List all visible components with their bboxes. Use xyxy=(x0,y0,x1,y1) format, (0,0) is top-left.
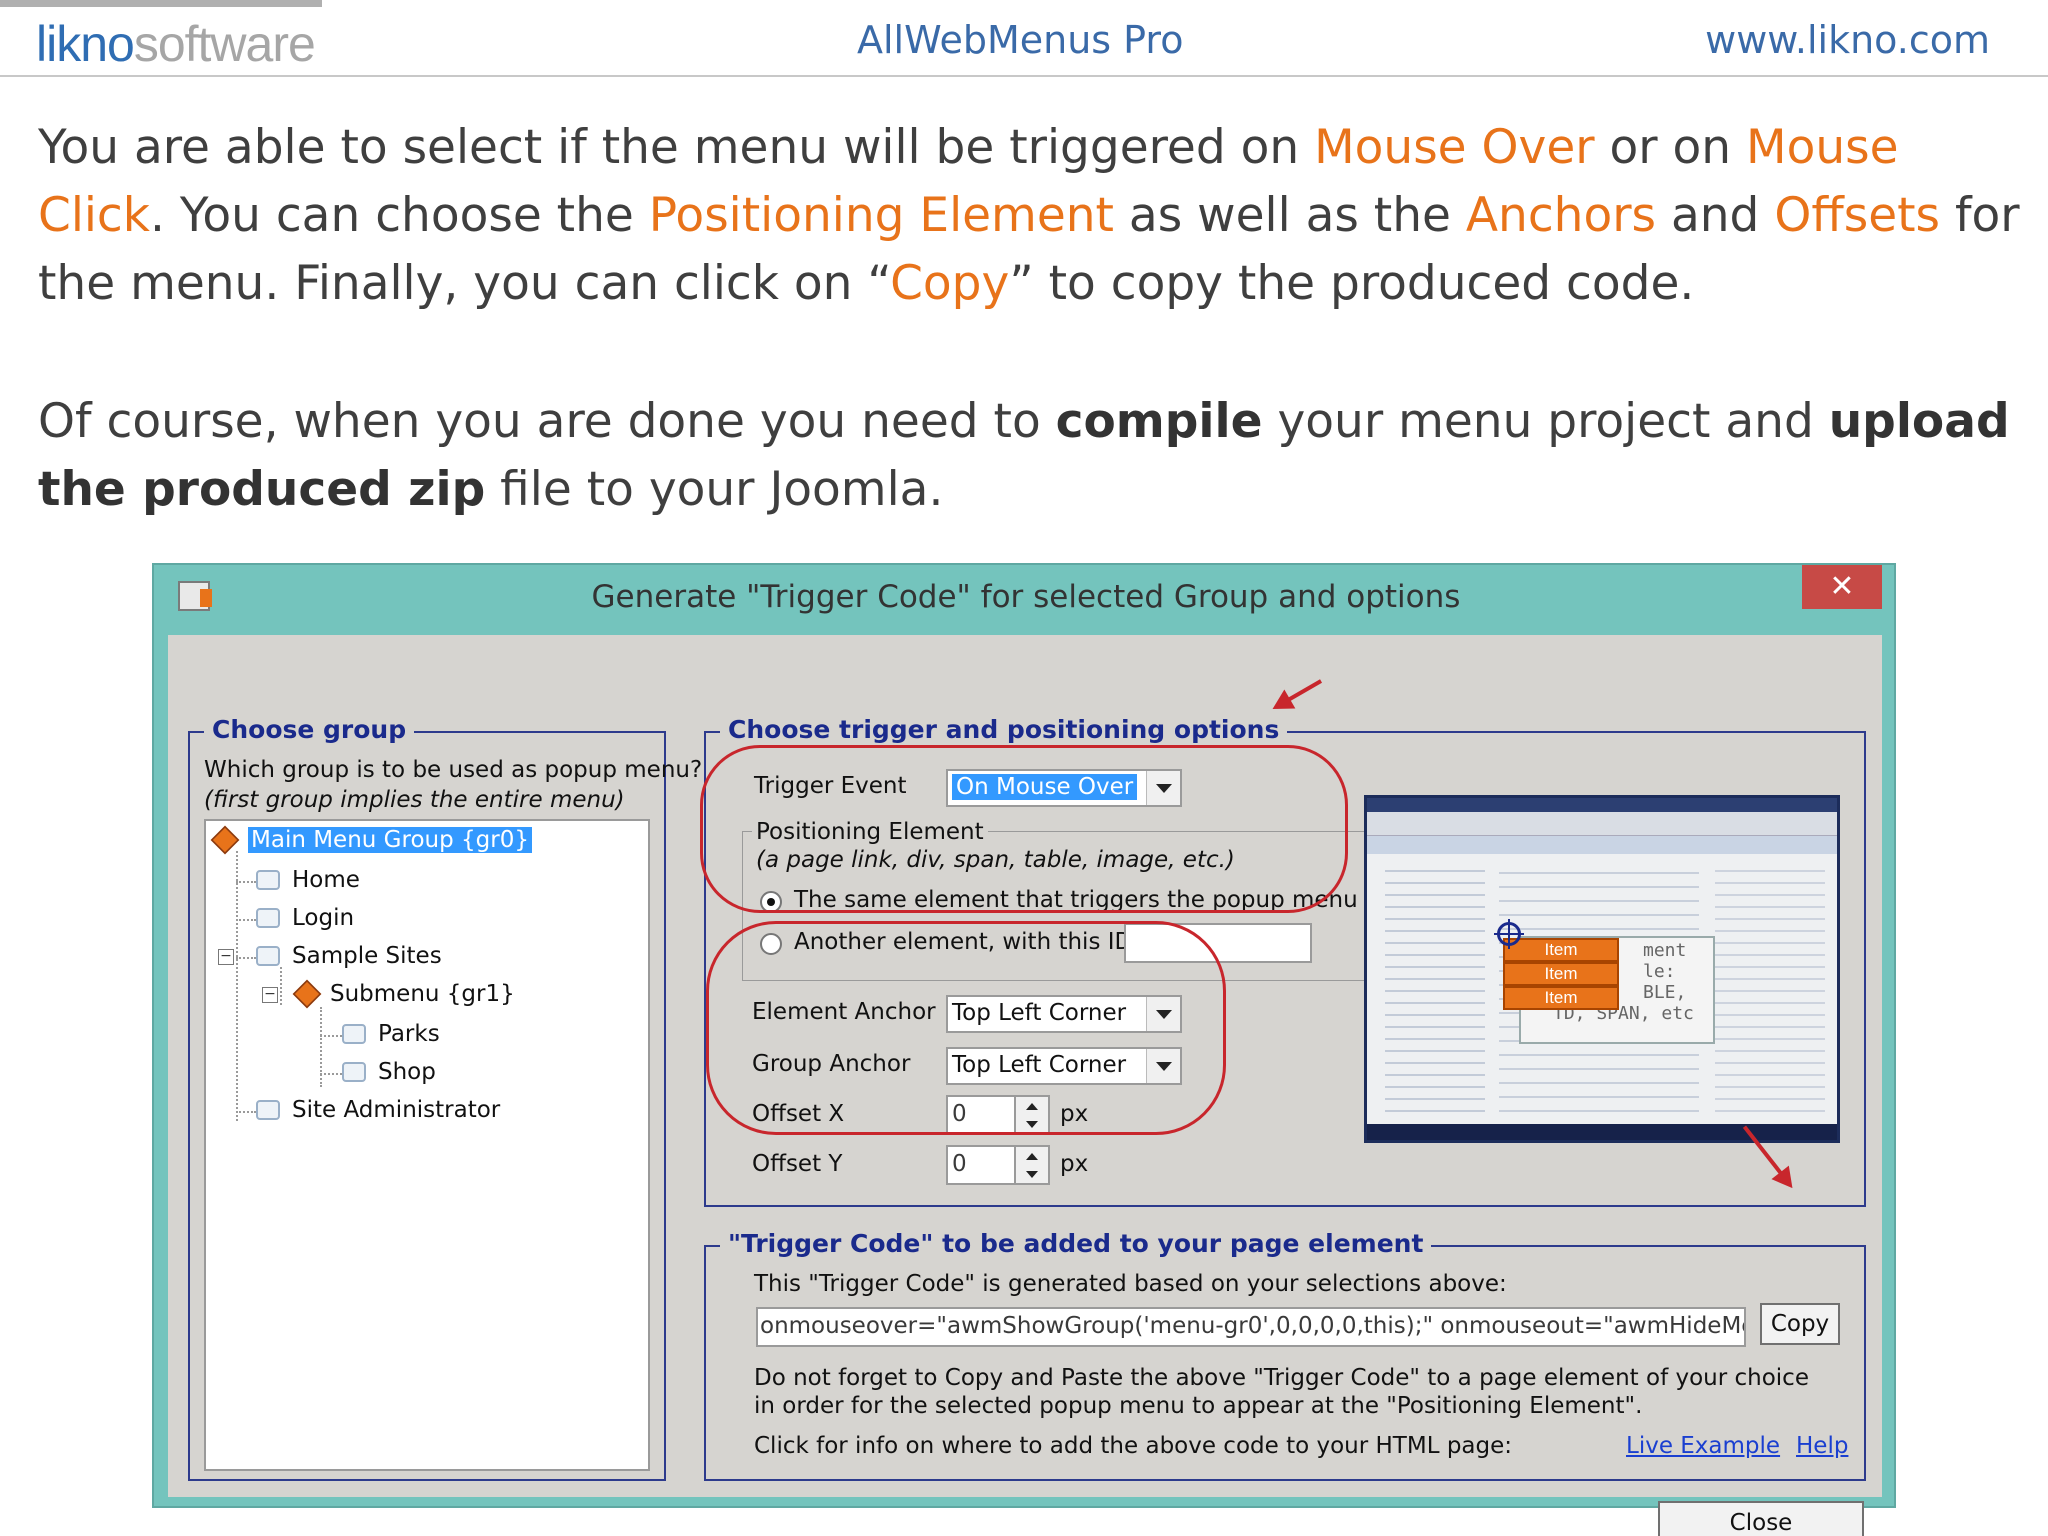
preview-sidebar xyxy=(1385,860,1485,1116)
collapse-submenu-icon[interactable]: − xyxy=(262,987,278,1003)
tree-node-parks[interactable]: Parks xyxy=(342,1021,440,1047)
close-icon[interactable]: ✕ xyxy=(1802,565,1882,609)
tree-line xyxy=(236,919,256,921)
item-icon xyxy=(256,908,280,928)
item-icon xyxy=(342,1024,366,1044)
header-title: AllWebMenus Pro xyxy=(857,18,1184,62)
trigger-options-label: Choose trigger and positioning options xyxy=(720,715,1288,744)
copy-button[interactable]: Copy xyxy=(1760,1303,1840,1345)
header-accent-bar xyxy=(0,0,322,7)
preview-menu-item: Item xyxy=(1503,986,1619,1010)
trigger-code-intro: This "Trigger Code" is generated based o… xyxy=(754,1271,1507,1297)
trigger-code-panel: "Trigger Code" to be added to your page … xyxy=(704,1229,1866,1481)
crosshair-icon xyxy=(1494,919,1524,949)
choose-group-panel: Choose group Which group is to be used a… xyxy=(188,715,702,1481)
preview-content-right xyxy=(1715,860,1825,1116)
help-link[interactable]: Help xyxy=(1796,1433,1848,1459)
tree-line xyxy=(236,957,256,959)
preview-tabbar xyxy=(1367,836,1837,854)
offset-y-input[interactable]: 0 xyxy=(946,1145,1050,1185)
choose-group-label: Choose group xyxy=(204,715,415,744)
tree-node-shop[interactable]: Shop xyxy=(342,1059,436,1085)
anchors-highlight-ring xyxy=(706,921,1226,1135)
group-icon xyxy=(210,825,240,855)
positioning-highlight-ring xyxy=(700,745,1348,913)
group-question: Which group is to be used as popup menu? xyxy=(204,757,703,783)
group-tree[interactable]: − − Main Menu Group {gr0} Home Login Sam… xyxy=(204,819,650,1471)
preview-titlebar xyxy=(1367,798,1837,812)
trigger-code-field[interactable]: onmouseover="awmShowGroup('menu-gr0',0,0… xyxy=(756,1307,1746,1347)
tree-node-sample-sites[interactable]: Sample Sites xyxy=(256,943,442,969)
intro-paragraph: You are able to select if the menu will … xyxy=(38,120,2020,311)
header-url: www.likno.com xyxy=(1705,18,1990,62)
tree-line xyxy=(320,1007,322,1087)
preview-toolbar xyxy=(1367,812,1837,836)
live-example-link[interactable]: Live Example xyxy=(1626,1433,1780,1459)
preview-menu-item: Item xyxy=(1503,938,1619,962)
group-hint: (first group implies the entire menu) xyxy=(204,787,625,813)
likno-logo: liknosoftware xyxy=(36,16,316,72)
collapse-sample-sites-icon[interactable]: − xyxy=(218,949,234,965)
item-icon xyxy=(256,1100,280,1120)
tree-line xyxy=(236,851,238,1121)
tree-line xyxy=(280,967,282,1005)
group-icon xyxy=(292,979,322,1009)
tree-line xyxy=(320,1035,342,1037)
tree-node-main-menu-group[interactable]: Main Menu Group {gr0} xyxy=(210,825,532,855)
trigger-code-note-line2: in order for the selected popup menu to … xyxy=(754,1393,1643,1419)
item-icon xyxy=(256,870,280,890)
trigger-code-note-line1: Do not forget to Copy and Paste the abov… xyxy=(754,1365,1809,1391)
tree-line xyxy=(320,1073,342,1075)
tree-node-login[interactable]: Login xyxy=(256,905,354,931)
item-icon xyxy=(342,1062,366,1082)
offset-y-label: Offset Y xyxy=(752,1151,843,1177)
trigger-code-info: Click for info on where to add the above… xyxy=(754,1433,1513,1459)
compile-paragraph: Of course, when you are done you need to… xyxy=(38,394,2010,517)
trigger-code-dialog: Generate "Trigger Code" for selected Gro… xyxy=(152,563,1896,1536)
tree-line xyxy=(236,881,256,883)
tree-node-site-administrator[interactable]: Site Administrator xyxy=(256,1097,500,1123)
offset-y-unit: px xyxy=(1060,1151,1089,1177)
offset-y-spinner[interactable] xyxy=(1014,1145,1050,1185)
close-button[interactable]: Close xyxy=(1658,1501,1864,1536)
preview-taskbar xyxy=(1367,1124,1837,1140)
item-icon xyxy=(256,946,280,966)
browser-preview-image: ment le: BLE, TD, SPAN, etc Item Item Item xyxy=(1364,795,1840,1143)
preview-menu-item: Item xyxy=(1503,962,1619,986)
tree-line xyxy=(236,1111,256,1113)
trigger-code-label: "Trigger Code" to be added to your page … xyxy=(720,1229,1432,1258)
tree-node-submenu[interactable]: Submenu {gr1} xyxy=(292,979,515,1009)
dialog-title: Generate "Trigger Code" for selected Gro… xyxy=(591,579,1461,615)
header-divider xyxy=(0,75,2048,77)
tree-node-home[interactable]: Home xyxy=(256,867,360,893)
